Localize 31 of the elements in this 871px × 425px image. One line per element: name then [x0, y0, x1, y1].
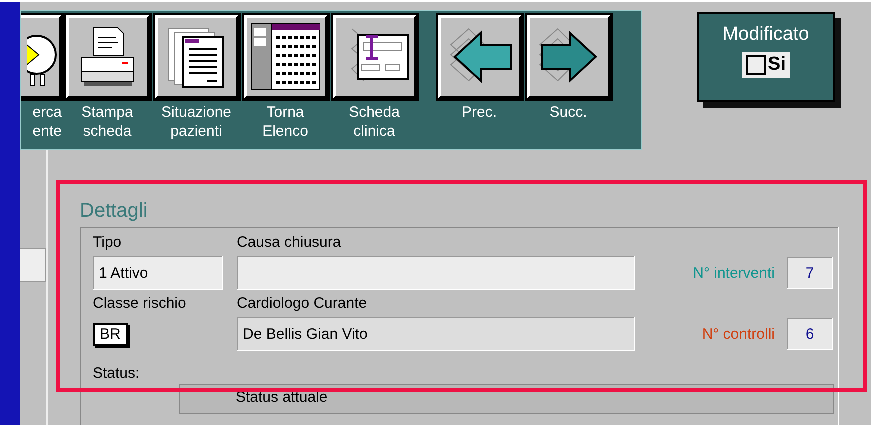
field-label: Status:	[93, 365, 141, 382]
input-field[interactable]: 1 Attivo	[93, 256, 223, 290]
toolbar-button[interactable]	[154, 15, 238, 99]
toolbar-label: erca ente	[32, 103, 62, 141]
toolbar-label: Scheda clinica	[349, 103, 400, 141]
count-label: N° interventi	[692, 264, 776, 282]
table-list-icon	[250, 22, 322, 92]
toolbar-label: Succ.	[550, 103, 588, 122]
toolbar-button[interactable]	[438, 15, 522, 99]
toolbar-button[interactable]	[244, 15, 328, 99]
field-label: Causa chiusura	[237, 234, 342, 251]
toolbar-button[interactable]	[526, 15, 610, 99]
toolbar-label: Torna Elenco	[262, 103, 308, 141]
risk-class-badge: BR	[93, 322, 128, 346]
input-field[interactable]: De Bellis Gian Vito	[237, 317, 635, 351]
count-field[interactable]: 6	[787, 318, 833, 350]
toolbar-label: Situazione pazienti	[161, 103, 232, 141]
section-title: Dettagli	[80, 200, 149, 223]
modified-label: Modificato	[722, 24, 810, 46]
field-label: Classe rischio	[93, 295, 188, 312]
count-label: N° controlli	[701, 326, 776, 342]
toolbar-label: Stampa scheda	[82, 103, 134, 141]
toolbar-label: Prec.	[462, 103, 497, 122]
modified-checkbox[interactable]: Si	[742, 52, 790, 78]
field-label: Tipo	[93, 234, 123, 251]
toolbar-button[interactable]	[66, 15, 150, 99]
count-field[interactable]: 7	[787, 257, 833, 289]
printer-icon	[80, 26, 136, 88]
toolbar-button[interactable]	[332, 15, 416, 99]
field-label: Cardiologo Curante	[237, 295, 368, 312]
checkbox-square[interactable]	[746, 55, 766, 75]
